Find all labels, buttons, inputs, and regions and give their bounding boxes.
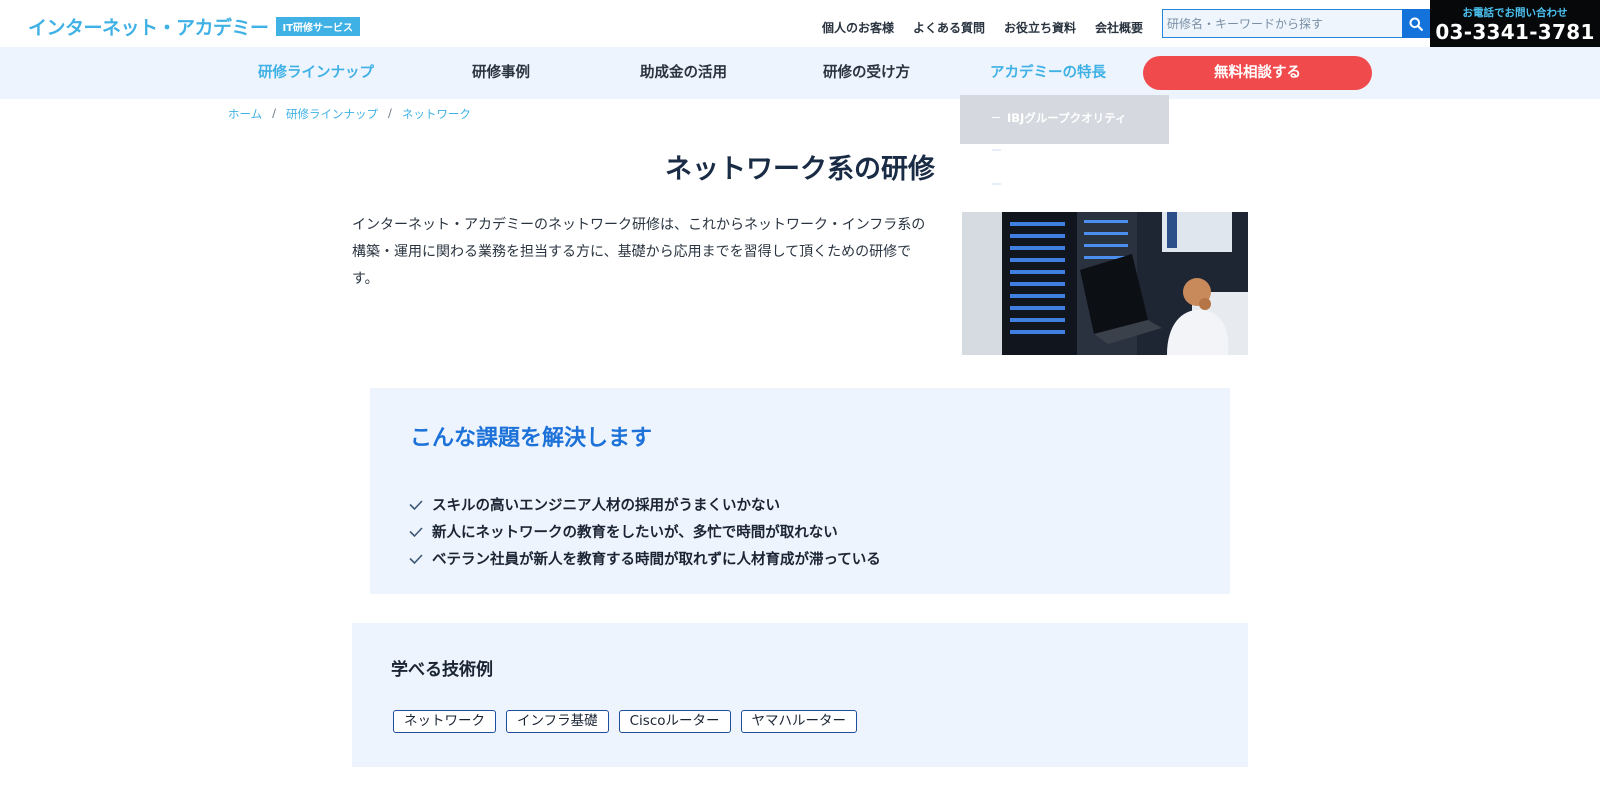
breadcrumb-current[interactable]: ネットワーク bbox=[402, 106, 471, 122]
page-title: ネットワーク系の研修 bbox=[665, 154, 935, 185]
logo-badge: IT研修サービス bbox=[275, 17, 361, 36]
util-link-personal[interactable]: 個人のお客様 bbox=[822, 19, 894, 36]
problem-list: スキルの高いエンジニア人材の採用がうまくいかない 新人にネットワークの教育をした… bbox=[408, 491, 881, 572]
nav-item-lineup[interactable]: 研修ラインナップ bbox=[258, 47, 374, 99]
search-form bbox=[1162, 9, 1430, 38]
tech-tags: ネットワーク インフラ基礎 Ciscoルーター ヤマハルーター bbox=[393, 710, 858, 733]
problem-item: ベテラン社員が新人を教育する時間が取れずに人材育成が滞っている bbox=[408, 545, 881, 572]
util-link-faq[interactable]: よくある質問 bbox=[913, 19, 985, 36]
data-center-illustration bbox=[962, 212, 1248, 355]
global-nav: 研修ラインナップ 研修事例 助成金の活用 研修の受け方 アカデミーの特長 無料相… bbox=[0, 47, 1600, 99]
tech-heading: 学べる技術例 bbox=[391, 660, 493, 680]
site-logo[interactable]: インターネット・アカデミー IT研修サービス bbox=[28, 13, 361, 40]
problems-heading: こんな課題を解決します bbox=[410, 426, 653, 451]
check-icon bbox=[409, 553, 423, 564]
problem-text: 新人にネットワークの教育をしたいが、多忙で時間が取れない bbox=[432, 525, 838, 541]
problem-item: 新人にネットワークの教育をしたいが、多忙で時間が取れない bbox=[408, 518, 881, 545]
breadcrumb-lineup[interactable]: 研修ラインナップ bbox=[286, 106, 378, 122]
tag-network[interactable]: ネットワーク bbox=[393, 710, 496, 733]
tag-yamaha-router[interactable]: ヤマハルーター bbox=[740, 710, 858, 733]
tag-cisco-router[interactable]: Ciscoルーター bbox=[618, 710, 731, 733]
nav-item-how-to[interactable]: 研修の受け方 bbox=[823, 47, 910, 99]
util-link-company[interactable]: 会社概要 bbox=[1095, 19, 1143, 36]
features-dropdown: IBJグループクオリティ bbox=[960, 95, 1169, 144]
breadcrumb: ホーム / 研修ラインナップ / ネットワーク bbox=[228, 106, 471, 122]
free-consultation-button[interactable]: 無料相談する bbox=[1143, 56, 1372, 90]
tech-section: 学べる技術例 ネットワーク インフラ基礎 Ciscoルーター ヤマハルーター bbox=[352, 623, 1248, 767]
check-icon bbox=[409, 499, 423, 510]
phone-number: 03-3341-3781 bbox=[1435, 20, 1595, 44]
utility-links: 個人のお客様 よくある質問 お役立ち資料 会社概要 bbox=[822, 19, 1143, 36]
hero-image bbox=[962, 212, 1248, 355]
nav-item-cases[interactable]: 研修事例 bbox=[472, 47, 530, 99]
site-header: インターネット・アカデミー IT研修サービス 個人のお客様 よくある質問 お役立… bbox=[0, 0, 1600, 47]
breadcrumb-home[interactable]: ホーム bbox=[228, 106, 262, 122]
breadcrumb-separator: / bbox=[272, 106, 277, 120]
problem-text: スキルの高いエンジニア人材の採用がうまくいかない bbox=[432, 498, 780, 514]
search-input[interactable] bbox=[1162, 9, 1402, 38]
search-icon bbox=[1409, 17, 1423, 31]
logo-text: インターネット・アカデミー bbox=[28, 17, 269, 39]
dropdown-item-ibj-quality[interactable]: IBJグループクオリティ bbox=[1007, 110, 1126, 126]
problem-item: スキルの高いエンジニア人材の採用がうまくいかない bbox=[408, 491, 881, 518]
phone-lead: お電話でお問い合わせ bbox=[1462, 7, 1568, 19]
dropdown-dash bbox=[992, 117, 1000, 118]
check-icon bbox=[409, 526, 423, 537]
problems-section: こんな課題を解決します スキルの高いエンジニア人材の採用がうまくいかない 新人に… bbox=[370, 388, 1230, 594]
problem-text: ベテラン社員が新人を教育する時間が取れずに人材育成が滞っている bbox=[432, 552, 881, 568]
nav-item-subsidy[interactable]: 助成金の活用 bbox=[640, 47, 727, 99]
search-button[interactable] bbox=[1402, 9, 1430, 38]
nav-item-features[interactable]: アカデミーの特長 bbox=[990, 47, 1106, 99]
tag-infra-basics[interactable]: インフラ基礎 bbox=[506, 710, 609, 733]
util-link-resources[interactable]: お役立ち資料 bbox=[1004, 19, 1076, 36]
intro-text: インターネット・アカデミーのネットワーク研修は、これからネットワーク・インフラ系… bbox=[352, 217, 926, 287]
breadcrumb-separator: / bbox=[388, 106, 392, 120]
phone-contact[interactable]: お電話でお問い合わせ 03-3341-3781 bbox=[1430, 0, 1600, 47]
